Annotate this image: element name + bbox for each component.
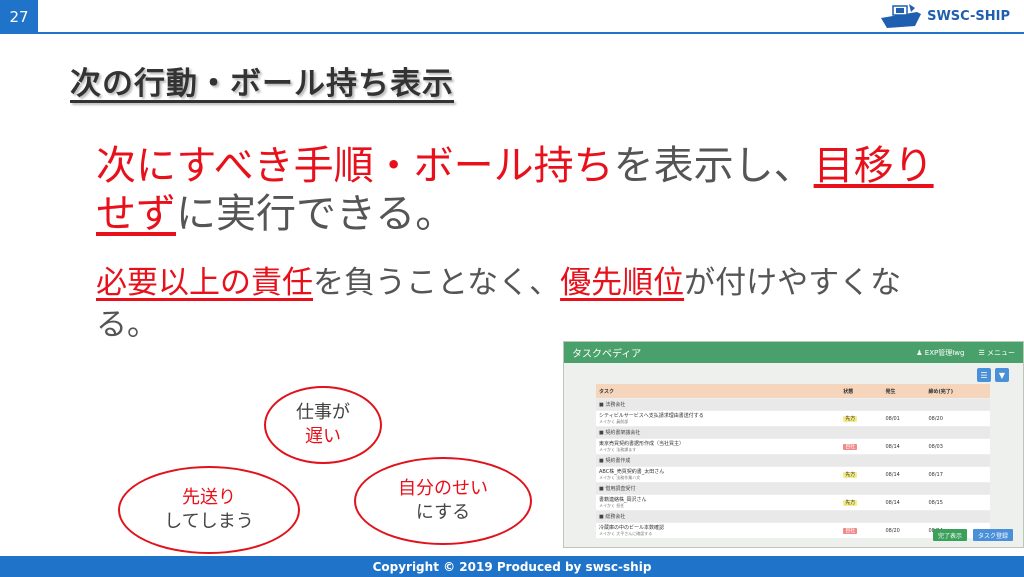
task-sub: メイかく 員前部 — [599, 419, 629, 424]
bubble-self-blame-line1: 自分のせい — [398, 478, 488, 499]
status-badge: 自社 — [843, 444, 858, 450]
sub-gray-1: を負うことなく、 — [313, 265, 561, 301]
due-date: 08/15 — [925, 494, 990, 511]
task-group-row: ■ 契約書架議会社 — [596, 426, 990, 439]
brand-logo: SWSC-SHIP — [879, 2, 1010, 30]
task-row[interactable]: 書籍連絡株_岡沢さん メイかく 担任 先方 08/14 08/15 — [596, 494, 990, 511]
bubble-self-blame-line2: にする — [415, 502, 471, 523]
due-date: 08/03 — [925, 438, 990, 455]
complete-view-button[interactable]: 完了表示 — [932, 529, 967, 541]
start-date: 08/14 — [882, 438, 926, 455]
task-cell: 冷蔵庫の中のビール本数確認 メイかく 大平さんに確認する — [596, 522, 841, 538]
task-row[interactable]: ABC株_売買契約書_太田さん メイかく 法務作業ハ文 先方 08/14 08/17 — [596, 466, 990, 483]
group-label: ■ 法務会社 — [596, 398, 990, 411]
task-sub: メイかく 法務作業ハ文 — [599, 475, 641, 480]
due-date: 08/20 — [925, 410, 990, 427]
task-cell: 東京売買契約書据形作成（当社買主） メイかく 法務課ます — [596, 438, 841, 455]
slide-title: 次の行動・ボール持ち表示 — [70, 66, 454, 102]
header-rule — [38, 32, 1024, 34]
status-cell: 先方 — [840, 494, 883, 511]
bubble-slow-work-line1: 仕事が — [296, 402, 350, 423]
start-date: 08/01 — [882, 410, 926, 427]
app-title: タスクペディア — [572, 349, 642, 360]
task-table: タスク 状態 発生 締め(完了) ■ 法務会社 シティビルサービスへ支払請求理由書… — [596, 384, 990, 538]
main-menu[interactable]: ☰ メニュー — [978, 348, 1015, 358]
user-name: EXP管理Iwg — [924, 348, 965, 357]
page-number: 27 — [0, 0, 38, 34]
app-header: タスクペディア ♟ EXP管理Iwg ☰ メニュー — [564, 342, 1023, 363]
status-badge: 自社 — [843, 528, 858, 534]
col-task: タスク — [596, 384, 841, 399]
task-group-row: ■ 契約書作成 — [596, 454, 990, 467]
bubble-slow-work-line2: 遅い — [305, 426, 341, 447]
sub-red-1: 必要以上の責任 — [96, 265, 313, 301]
group-label: ■ 借用調査受付 — [596, 482, 990, 495]
task-table-body: ■ 法務会社 シティビルサービスへ支払請求理由書送付する メイかく 員前部 先方 08/… — [596, 398, 990, 538]
app-screenshot: タスクペディア ♟ EXP管理Iwg ☰ メニュー ☰ ▼ タスク 状態 発生 … — [563, 341, 1024, 548]
status-cell: 自社 — [840, 438, 883, 455]
main-statement: 次にすべき手順・ボール持ちを表示し、目移りせずに実行できる。 — [96, 142, 936, 238]
task-cell: 書籍連絡株_岡沢さん メイかく 担任 — [596, 494, 841, 511]
bubble-self-blame: 自分のせい にする — [354, 457, 532, 545]
start-date: 08/14 — [882, 466, 926, 483]
col-start: 発生 — [882, 384, 926, 399]
menu-label: メニュー — [987, 348, 1015, 357]
group-label: ■ 契約書作成 — [596, 454, 990, 467]
bubble-postpone: 先送り してしまう — [118, 466, 300, 554]
copyright-footer: Copyright © 2019 Produced by swsc-ship — [0, 556, 1024, 577]
task-group-row: ■ 法務会社 — [596, 398, 990, 411]
sub-statement: 必要以上の責任を負うことなく、優先順位が付けやすくなる。 — [96, 262, 956, 346]
start-date: 08/20 — [882, 522, 926, 538]
status-cell: 自社 — [840, 522, 883, 538]
task-row[interactable]: シティビルサービスへ支払請求理由書送付する メイかく 員前部 先方 08/01 08/2… — [596, 410, 990, 427]
main-red-1: 次にすべき手順・ボール持ち — [96, 143, 614, 189]
task-cell: シティビルサービスへ支払請求理由書送付する メイかく 員前部 — [596, 410, 841, 427]
task-register-button[interactable]: タスク登録 — [972, 529, 1013, 541]
logo-text: SWSC-SHIP — [927, 8, 1010, 24]
user-menu[interactable]: ♟ EXP管理Iwg — [916, 348, 964, 358]
ship-logo-icon — [881, 4, 922, 28]
task-row[interactable]: 冷蔵庫の中のビール本数確認メイかく 大平さんに確認する自社08/2008/24 — [596, 522, 990, 538]
task-cell: ABC株_売買契約書_太田さん メイかく 法務作業ハ文 — [596, 466, 841, 483]
bubble-postpone-line1: 先送り — [182, 487, 236, 508]
group-label: ■ 総務会社 — [596, 510, 990, 523]
bubble-slow-work: 仕事が 遅い — [264, 386, 382, 464]
status-badge: 先方 — [843, 500, 858, 506]
task-group-row: ■ 総務会社 — [596, 510, 990, 523]
task-row[interactable]: 東京売買契約書据形作成（当社買主） メイかく 法務課ます 自社 08/14 08/03 — [596, 438, 990, 455]
task-sub: メイかく 担任 — [599, 503, 625, 508]
status-cell: 先方 — [840, 410, 883, 427]
list-view-icon[interactable]: ☰ — [977, 368, 991, 382]
col-due: 締め(完了) — [925, 384, 990, 399]
status-badge: 先方 — [843, 416, 858, 422]
start-date: 08/14 — [882, 494, 926, 511]
due-date: 08/17 — [925, 466, 990, 483]
main-gray-1: を表示し、 — [613, 143, 814, 189]
bubble-postpone-line2: してしまう — [164, 511, 254, 532]
filter-icon[interactable]: ▼ — [995, 368, 1009, 382]
status-badge: 先方 — [843, 472, 858, 478]
task-group-row: ■ 借用調査受付 — [596, 482, 990, 495]
task-sub: メイかく 法務課ます — [599, 447, 637, 452]
sub-red-2: 優先順位 — [560, 265, 685, 301]
col-status: 状態 — [840, 384, 883, 399]
task-sub: メイかく 大平さんに確認する — [599, 531, 653, 536]
status-cell: 先方 — [840, 466, 883, 483]
main-gray-2: に実行できる。 — [176, 191, 456, 237]
group-label: ■ 契約書架議会社 — [596, 426, 990, 439]
